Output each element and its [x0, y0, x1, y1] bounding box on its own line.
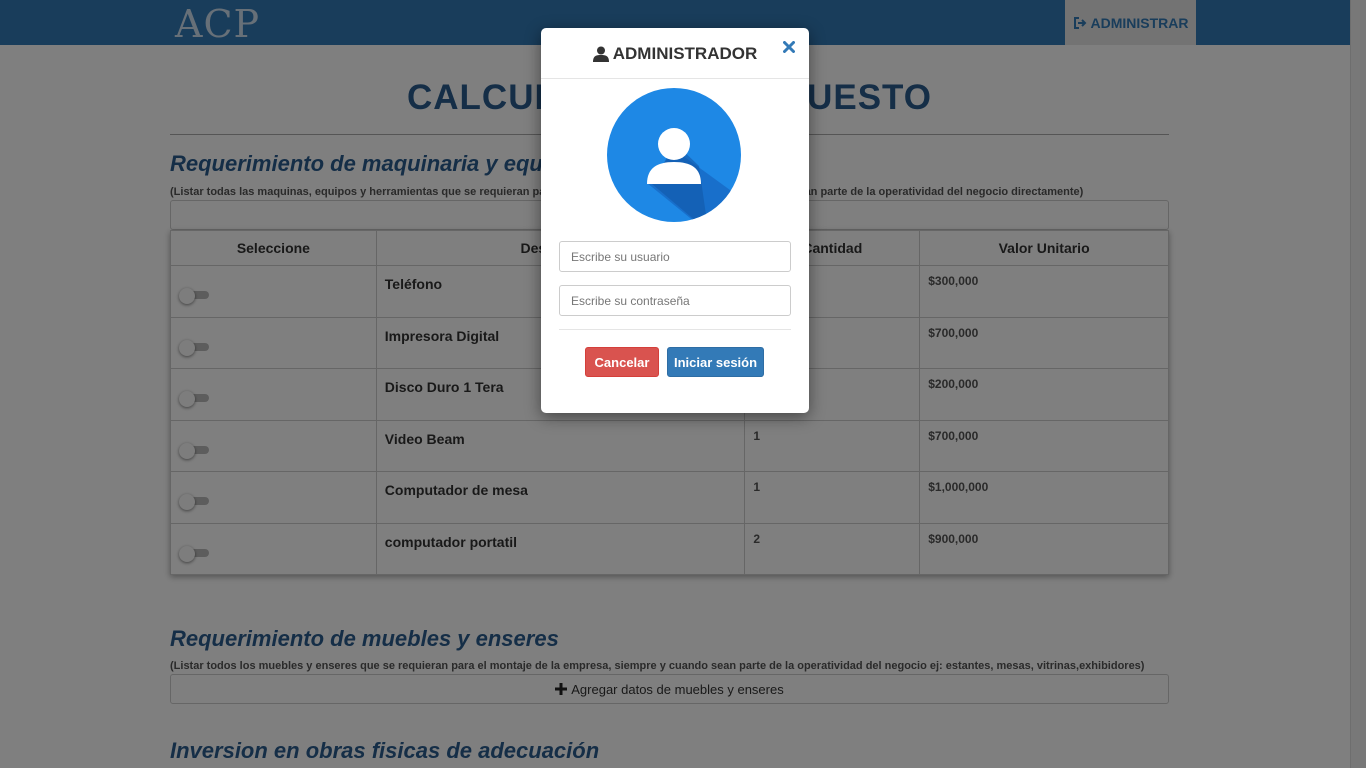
modal-title: ADMINISTRADOR	[612, 44, 758, 63]
password-input[interactable]	[559, 285, 791, 316]
login-button[interactable]: Iniciar sesión	[667, 347, 764, 377]
user-avatar-icon	[607, 88, 741, 222]
user-icon	[592, 46, 609, 62]
username-input[interactable]	[559, 241, 791, 272]
modal-header: ADMINISTRADOR	[541, 28, 809, 79]
admin-login-modal: ADMINISTRADOR Cancelar Iniciar sesión	[541, 28, 809, 413]
modal-divider	[559, 329, 791, 330]
close-icon[interactable]	[783, 40, 795, 58]
cancel-button[interactable]: Cancelar	[585, 347, 659, 377]
